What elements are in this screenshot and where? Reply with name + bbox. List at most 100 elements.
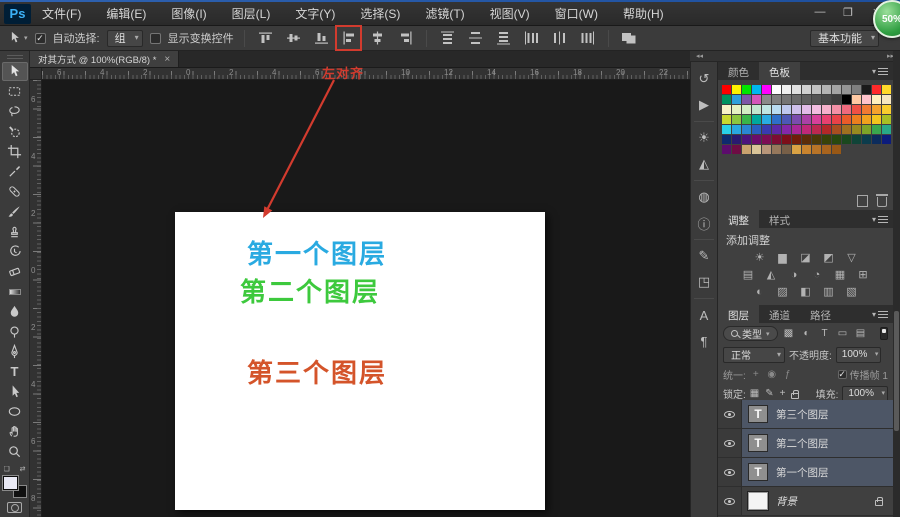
color-swatch[interactable] — [762, 135, 771, 144]
histogram-panel-icon[interactable]: ◭ — [692, 151, 716, 177]
channel-mixer-icon[interactable]: ▦ — [832, 267, 849, 282]
color-swatch[interactable] — [872, 95, 881, 104]
layer-name[interactable]: 背景 — [776, 494, 797, 509]
vibrance-icon[interactable]: ▽ — [843, 250, 860, 265]
color-swatch[interactable] — [752, 145, 761, 154]
crop-tool[interactable] — [2, 142, 28, 161]
panel-menu-icon[interactable]: ▾ — [872, 305, 893, 323]
brush-presets-panel-icon[interactable]: ✎ — [692, 243, 716, 269]
color-swatch[interactable] — [862, 95, 871, 104]
lock-transparent-icon[interactable]: ▦ — [750, 388, 759, 399]
color-swatch[interactable] — [802, 115, 811, 124]
unify-position-icon[interactable]: + — [750, 369, 762, 380]
color-swatch[interactable] — [812, 95, 821, 104]
pen-tool[interactable] — [2, 342, 28, 361]
layer-name[interactable]: 第三个图层 — [776, 407, 829, 422]
eye-cell[interactable] — [718, 487, 742, 515]
color-swatch[interactable] — [782, 115, 791, 124]
panel-scrollbar[interactable] — [893, 51, 900, 517]
align-vertical-center-icon[interactable] — [283, 29, 304, 48]
color-swatch[interactable] — [792, 145, 801, 154]
layer-row[interactable]: T第一个图层 — [718, 458, 893, 487]
menu-item-0[interactable]: 文件(F) — [42, 5, 81, 22]
color-swatch[interactable] — [812, 135, 821, 144]
type-tool[interactable]: T — [2, 362, 28, 381]
color-swatch[interactable] — [722, 135, 731, 144]
minimize-button[interactable]: — — [812, 5, 828, 19]
color-swatch[interactable] — [752, 105, 761, 114]
hue-saturation-icon[interactable]: ▤ — [740, 267, 757, 282]
layer-row[interactable]: T第三个图层 — [718, 400, 893, 429]
color-swatch[interactable] — [862, 125, 871, 134]
color-swatch[interactable] — [762, 115, 771, 124]
color-swatch[interactable] — [752, 125, 761, 134]
color-swatch[interactable] — [722, 85, 731, 94]
color-swatch[interactable] — [742, 145, 751, 154]
color-swatch[interactable] — [782, 125, 791, 134]
filter-type-layers-icon[interactable]: T — [818, 327, 832, 341]
color-swatch[interactable] — [812, 105, 821, 114]
color-swatch[interactable] — [762, 105, 771, 114]
distribute-vertical-center-icon[interactable] — [465, 29, 486, 48]
menu-item-5[interactable]: 选择(S) — [360, 5, 400, 22]
color-swatch[interactable] — [812, 145, 821, 154]
eye-cell[interactable] — [718, 400, 742, 428]
color-swatch[interactable] — [782, 145, 791, 154]
workspace-switcher[interactable]: 基本功能 — [810, 30, 879, 47]
marquee-tool[interactable] — [2, 82, 28, 101]
color-swatch[interactable] — [832, 135, 841, 144]
menu-item-7[interactable]: 视图(V) — [490, 5, 530, 22]
menu-item-8[interactable]: 窗口(W) — [555, 5, 598, 22]
color-swatch[interactable] — [852, 95, 861, 104]
menu-item-3[interactable]: 图层(L) — [232, 5, 271, 22]
clone-stamp-tool[interactable] — [2, 222, 28, 241]
tab-adjustments[interactable]: 调整 — [718, 210, 759, 228]
text-layer-thumbnail[interactable]: T — [748, 463, 768, 481]
color-swatch[interactable] — [832, 145, 841, 154]
color-swatch[interactable] — [742, 125, 751, 134]
vertical-ruler[interactable]: 64202468 — [30, 80, 42, 517]
color-swatch[interactable] — [852, 125, 861, 134]
opacity-value[interactable]: 100% — [836, 347, 882, 363]
color-swatch[interactable] — [722, 105, 731, 114]
history-brush-tool[interactable] — [2, 242, 28, 261]
auto-align-layers-icon[interactable] — [619, 29, 640, 48]
align-horizontal-center-icon[interactable] — [367, 29, 388, 48]
color-swatch[interactable] — [732, 125, 741, 134]
color-swatch[interactable] — [882, 105, 891, 114]
color-swatch[interactable] — [842, 135, 851, 144]
color-swatch[interactable] — [782, 95, 791, 104]
menu-item-1[interactable]: 编辑(E) — [106, 5, 146, 22]
curves-icon[interactable]: ◪ — [797, 250, 814, 265]
color-swatch[interactable] — [792, 125, 801, 134]
color-swatch[interactable] — [832, 105, 841, 114]
color-swatch[interactable] — [762, 125, 771, 134]
color-swatch[interactable] — [822, 105, 831, 114]
lock-pixels-icon[interactable]: ✎ — [765, 388, 773, 399]
eyedropper-tool[interactable] — [2, 162, 28, 181]
adjust-sun-panel-icon[interactable]: ☀ — [692, 125, 716, 151]
color-swatch[interactable] — [742, 85, 751, 94]
panel-menu-icon[interactable]: ▾ — [872, 210, 893, 228]
align-top-icon[interactable] — [255, 29, 276, 48]
invert-icon[interactable]: ◐ — [751, 284, 768, 299]
color-swatch[interactable] — [842, 85, 851, 94]
color-swatch[interactable] — [782, 85, 791, 94]
move-tool[interactable] — [2, 62, 28, 81]
layer-filter-toggle[interactable] — [880, 327, 888, 340]
color-swatch[interactable] — [772, 125, 781, 134]
color-swatch[interactable] — [832, 95, 841, 104]
color-swatch[interactable] — [822, 125, 831, 134]
color-swatch[interactable] — [802, 135, 811, 144]
color-swatch[interactable] — [822, 145, 831, 154]
align-right-icon[interactable] — [395, 29, 416, 48]
scrollbar-thumb[interactable] — [894, 311, 899, 431]
color-swatch[interactable] — [832, 115, 841, 124]
color-swatch[interactable] — [852, 85, 861, 94]
filter-smart-objects-icon[interactable]: ▤ — [854, 327, 868, 341]
tab-paths[interactable]: 路径 — [800, 305, 841, 323]
menu-item-4[interactable]: 文字(Y) — [295, 5, 335, 22]
color-swatch[interactable] — [732, 105, 741, 114]
lock-position-icon[interactable]: + — [780, 388, 786, 399]
collapse-panels-icon[interactable]: ◂◂ — [696, 52, 703, 60]
